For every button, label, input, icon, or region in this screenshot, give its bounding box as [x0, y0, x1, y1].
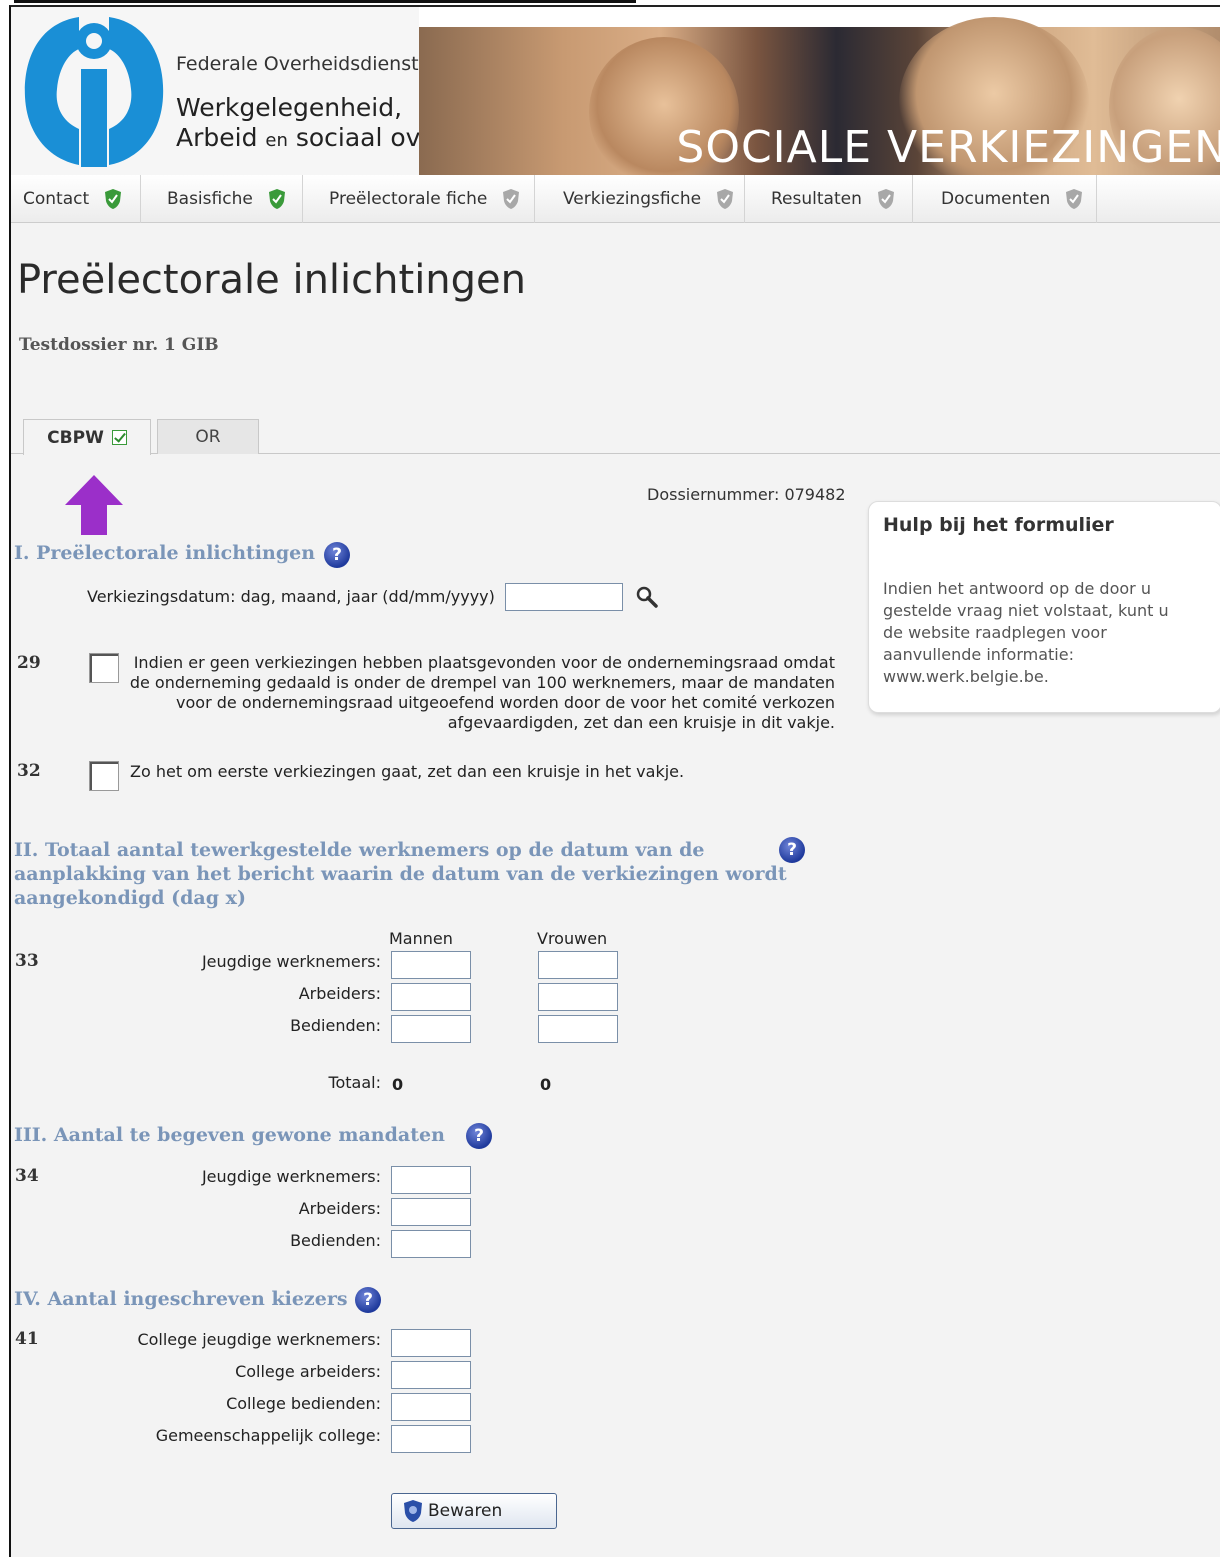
purple-arrow-up-icon [65, 475, 123, 535]
row-label: College jeugdige werknemers: [137, 1330, 381, 1349]
row-label: Arbeiders: [298, 1199, 381, 1218]
top-rule [14, 0, 636, 3]
row-label: Jeugdige werknemers: [201, 1167, 381, 1186]
question-number-34: 34 [15, 1166, 39, 1186]
section-4-title: IV. Aantal ingeschreven kiezers [14, 1288, 348, 1310]
total-men-value: 0 [392, 1075, 404, 1094]
tab-cbpw[interactable]: CBPW [23, 419, 151, 455]
save-button[interactable]: Bewaren [391, 1493, 557, 1529]
dossier-number: Dossiernummer: 079482 [647, 485, 846, 504]
search-icon[interactable] [635, 585, 659, 609]
nav-item-label: Preëlectorale fiche [329, 189, 488, 209]
shield-pending-icon [877, 189, 894, 209]
section-2-title-line3: aangekondigd (dag x) [14, 887, 246, 909]
men-workers-input[interactable] [391, 983, 471, 1011]
column-header-women: Vrouwen [537, 929, 608, 948]
nav-item-label: Basisfiche [167, 189, 253, 209]
page-title: Preëlectorale inlichtingen [17, 257, 527, 303]
mandates-workers-input[interactable] [391, 1198, 471, 1226]
help-title: Hulp bij het formulier [883, 514, 1114, 536]
question-number-29: 29 [17, 653, 41, 673]
banner-title: SOCIALE VERKIEZINGEN [676, 122, 1220, 173]
nav-item-preelectorale-fiche[interactable]: Preëlectorale fiche [303, 175, 535, 223]
help-question-icon[interactable]: ? [355, 1287, 381, 1313]
voters-joint-college-input[interactable] [391, 1425, 471, 1453]
section-2-title: II. Totaal aantal tewerkgestelde werknem… [14, 838, 787, 910]
shield-check-icon [268, 189, 285, 209]
women-workers-input[interactable] [538, 983, 618, 1011]
page-frame: Federale Overheidsdienst Werkgelegenheid… [9, 5, 1220, 1557]
row-label: Bedienden: [290, 1016, 381, 1035]
nav-item-basisfiche[interactable]: Basisfiche [141, 175, 303, 223]
checkbox-q32[interactable] [89, 761, 119, 791]
header-banner: SOCIALE VERKIEZINGEN [419, 17, 1220, 187]
election-date-label: Verkiezingsdatum: dag, maand, jaar (dd/m… [87, 587, 495, 606]
checkmark-icon [111, 430, 127, 445]
tab-or[interactable]: OR [157, 419, 259, 454]
question-number-33: 33 [15, 951, 39, 971]
help-question-icon[interactable]: ? [324, 542, 350, 568]
row-label: Bedienden: [290, 1231, 381, 1250]
shield-pending-icon [717, 189, 734, 209]
men-young-workers-input[interactable] [391, 951, 471, 979]
q32-text: Zo het om eerste verkiezingen gaat, zet … [130, 762, 685, 781]
nav-item-contact[interactable]: Contact [11, 175, 141, 223]
row-label: College arbeiders: [235, 1362, 381, 1381]
org-name-line3-a: Arbeid [176, 123, 266, 152]
section-1-title: I. Preëlectorale inlichtingen [14, 542, 316, 564]
nav-item-label: Resultaten [771, 189, 862, 209]
column-header-men: Mannen [389, 929, 453, 948]
tab-label: CBPW [47, 427, 104, 448]
header: Federale Overheidsdienst Werkgelegenheid… [11, 7, 1220, 187]
save-button-label: Bewaren [428, 1501, 503, 1521]
shield-pending-icon [503, 189, 520, 209]
row-label: Arbeiders: [298, 984, 381, 1003]
nav-item-documenten[interactable]: Documenten [913, 175, 1097, 223]
ministry-logo-icon [24, 17, 164, 167]
voters-workers-input[interactable] [391, 1361, 471, 1389]
row-label: College bedienden: [226, 1394, 381, 1413]
men-employees-input[interactable] [391, 1015, 471, 1043]
nav-item-label: Documenten [941, 189, 1051, 209]
voters-young-workers-input[interactable] [391, 1329, 471, 1357]
help-panel: Hulp bij het formulier Indien het antwoo… [868, 501, 1220, 713]
mandates-young-workers-input[interactable] [391, 1166, 471, 1194]
nav-item-verkiezingsfiche[interactable]: Verkiezingsfiche [535, 175, 745, 223]
help-question-icon[interactable]: ? [466, 1123, 492, 1149]
row-label: Jeugdige werknemers: [201, 952, 381, 971]
women-young-workers-input[interactable] [538, 951, 618, 979]
nav-item-resultaten[interactable]: Resultaten [745, 175, 913, 223]
nav-item-label: Contact [23, 189, 90, 209]
shield-pending-icon [1066, 189, 1083, 209]
shield-check-icon [105, 189, 122, 209]
election-date-input[interactable] [505, 583, 623, 611]
help-text: Indien het antwoord op de door u gesteld… [883, 579, 1169, 686]
section-2-title-line2: aanplakking van het bericht waarin de da… [14, 863, 787, 885]
tab-label: OR [195, 427, 221, 447]
women-employees-input[interactable] [538, 1015, 618, 1043]
total-women-value: 0 [540, 1075, 552, 1094]
shield-icon [404, 1500, 422, 1522]
question-number-41: 41 [15, 1329, 39, 1349]
section-2-title-line1: II. Totaal aantal tewerkgestelde werknem… [14, 839, 705, 861]
q29-text: Indien er geen verkiezingen hebben plaat… [129, 653, 835, 732]
total-label: Totaal: [328, 1073, 381, 1092]
checkbox-q29[interactable] [89, 653, 119, 683]
question-number-32: 32 [17, 761, 41, 781]
dossier-title: Testdossier nr. 1 GIB [19, 335, 219, 355]
org-name-line1: Federale Overheidsdienst [176, 53, 419, 75]
row-label: Gemeenschappelijk college: [155, 1426, 381, 1445]
org-name-line3-en: en [265, 130, 288, 151]
voters-employees-input[interactable] [391, 1393, 471, 1421]
org-name-line2: Werkgelegenheid, [176, 93, 403, 122]
section-3-title: III. Aantal te begeven gewone mandaten [14, 1124, 445, 1146]
nav-item-label: Verkiezingsfiche [563, 189, 702, 209]
logo-area: Federale Overheidsdienst Werkgelegenheid… [11, 7, 484, 175]
main-nav: Contact Basisfiche Preëlectorale fiche V… [11, 175, 1220, 223]
help-question-icon[interactable]: ? [779, 837, 805, 863]
mandates-employees-input[interactable] [391, 1230, 471, 1258]
